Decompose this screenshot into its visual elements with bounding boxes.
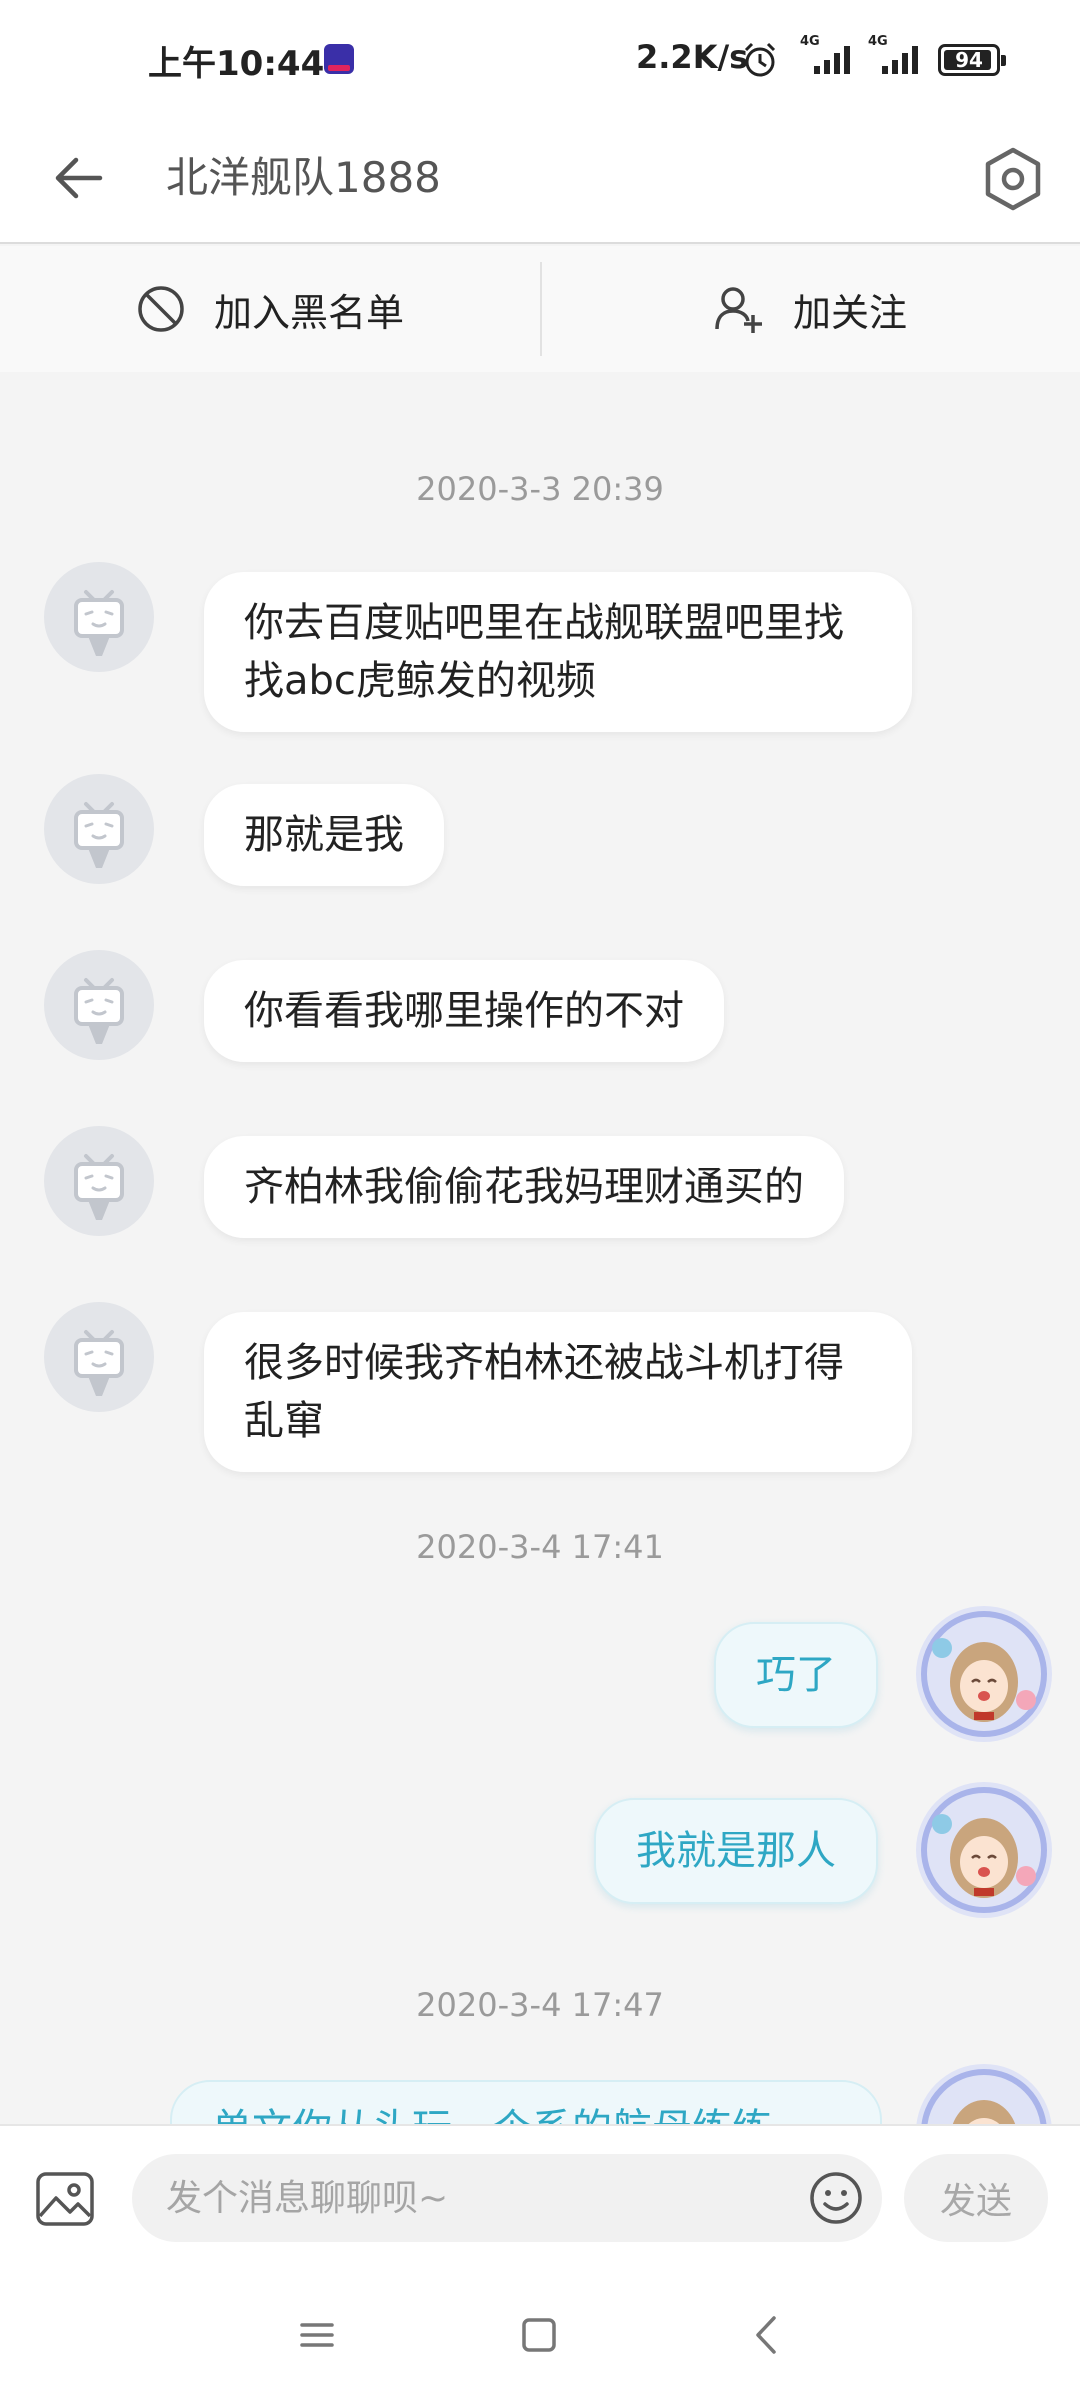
chat-messages[interactable]: 2020-3-3 20:39 你去百度贴吧里在战舰联盟吧里找找abc虎鲸发的视频… xyxy=(0,372,1080,2124)
contact-avatar[interactable] xyxy=(44,562,154,672)
back-nav-button[interactable] xyxy=(742,2310,792,2360)
message-bubble-sent: 巧了 xyxy=(714,1622,878,1728)
tv-mascot-icon xyxy=(74,978,124,1044)
my-avatar[interactable] xyxy=(914,1780,1054,1920)
block-user-label: 加入黑名单 xyxy=(213,290,404,335)
anime-avatar-icon xyxy=(916,1606,1052,1742)
message-timestamp: 2020-3-4 17:41 xyxy=(416,1528,664,1566)
settings-button[interactable] xyxy=(980,146,1046,212)
message-timestamp: 2020-3-4 17:47 xyxy=(416,1986,664,2024)
block-user-button[interactable]: 加入黑名单 xyxy=(0,246,540,372)
message-bubble-received: 你看看我哪里操作的不对 xyxy=(204,960,724,1062)
block-icon xyxy=(138,286,184,332)
anime-avatar-icon xyxy=(916,1782,1052,1918)
message-bubble-sent: 我就是那人 xyxy=(594,1798,878,1904)
message-input-bar: 发送 xyxy=(0,2124,1080,2270)
tv-mascot-icon xyxy=(74,802,124,868)
tv-mascot-icon xyxy=(74,590,124,656)
message-input[interactable] xyxy=(132,2154,882,2242)
back-button[interactable] xyxy=(48,148,108,208)
signal-icon xyxy=(882,46,918,74)
system-nav-bar xyxy=(0,2270,1080,2400)
emoji-button[interactable] xyxy=(808,2170,864,2226)
contact-avatar[interactable] xyxy=(44,1126,154,1236)
app-notification-icon xyxy=(324,44,354,74)
contact-avatar[interactable] xyxy=(44,1302,154,1412)
battery-icon: 94 xyxy=(938,44,1006,76)
message-bubble-received: 你去百度贴吧里在战舰联盟吧里找找abc虎鲸发的视频 xyxy=(204,572,912,732)
contact-avatar[interactable] xyxy=(44,950,154,1060)
message-bubble-received: 很多时候我齐柏林还被战斗机打得乱窜 xyxy=(204,1312,912,1472)
image-picker-button[interactable] xyxy=(34,2168,96,2230)
message-bubble-sent-partial: 单文你从头玩一个系的航母练练 xyxy=(170,2080,882,2124)
page-title: 北洋舰队1888 xyxy=(166,153,441,202)
message-bubble-received: 那就是我 xyxy=(204,784,444,886)
contact-avatar[interactable] xyxy=(44,774,154,884)
signal-icon xyxy=(814,46,850,74)
alarm-icon xyxy=(744,42,776,77)
chat-header: 北洋舰队1888 xyxy=(0,118,1080,244)
follow-button[interactable]: 加关注 xyxy=(540,246,1080,372)
menu-nav-button[interactable] xyxy=(292,2310,342,2360)
status-bar: 上午10:44 2.2K/s 4G 4G 94 xyxy=(0,0,1080,118)
battery-level: 94 xyxy=(955,48,983,72)
anime-avatar-icon xyxy=(916,2064,1052,2124)
message-bubble-received: 齐柏林我偷偷花我妈理财通买的 xyxy=(204,1136,844,1238)
my-avatar[interactable] xyxy=(914,2062,1054,2124)
user-actions-bar: 加入黑名单 加关注 xyxy=(0,246,1080,372)
tv-mascot-icon xyxy=(74,1330,124,1396)
network-speed: 2.2K/s xyxy=(636,38,749,76)
home-nav-button[interactable] xyxy=(514,2310,564,2360)
tv-mascot-icon xyxy=(74,1154,124,1220)
follow-label: 加关注 xyxy=(792,290,907,335)
status-time: 上午10:44 xyxy=(148,44,325,84)
add-user-icon xyxy=(715,287,762,333)
send-button[interactable]: 发送 xyxy=(904,2154,1048,2242)
message-timestamp: 2020-3-3 20:39 xyxy=(416,470,664,508)
my-avatar[interactable] xyxy=(914,1604,1054,1744)
